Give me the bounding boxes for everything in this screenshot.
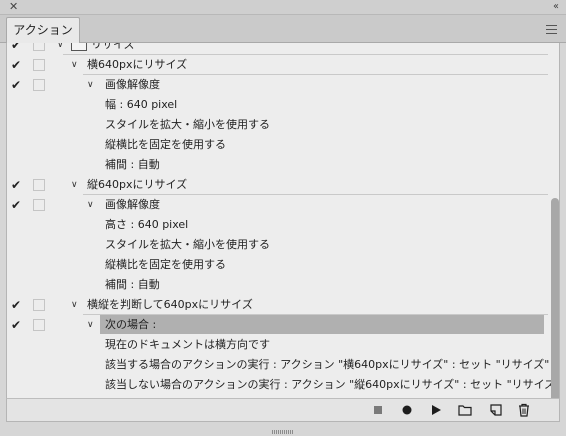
include-check-icon[interactable]: ✔ xyxy=(11,198,21,212)
disclosure-chevron-icon[interactable]: ∨ xyxy=(87,319,94,331)
disclosure-chevron-icon[interactable]: ∨ xyxy=(71,59,78,71)
record-icon[interactable] xyxy=(399,402,415,418)
row-label: 補間 : 自動 xyxy=(105,158,160,171)
detail-row[interactable]: 現在のドキュメントは横方向です xyxy=(7,335,548,355)
actions-list: ✔ ∨ リサイズ ✔ ∨ 横640pxにリサイズ ✔ ∨ 画像解像度幅 : 640 pixel ス… xyxy=(6,43,560,398)
detail-row[interactable]: 補間 : 自動 xyxy=(7,275,548,295)
dialog-toggle-box[interactable] xyxy=(33,179,45,191)
hamburger-menu-icon[interactable] xyxy=(546,25,557,34)
disclosure-chevron-icon[interactable]: ∨ xyxy=(57,43,64,51)
row-label: 縦640pxにリサイズ xyxy=(87,178,188,191)
include-check-icon[interactable]: ✔ xyxy=(11,78,21,92)
row-label: 画像解像度 xyxy=(105,78,160,91)
detail-row[interactable]: 縦横比を固定を使用する xyxy=(7,135,548,155)
row-label: リサイズ xyxy=(91,43,135,51)
dialog-toggle-box[interactable] xyxy=(33,43,45,51)
tab-bar: アクション xyxy=(0,15,566,44)
include-check-icon[interactable]: ✔ xyxy=(11,58,21,72)
include-check-icon[interactable]: ✔ xyxy=(11,43,21,52)
actions-toolbar xyxy=(6,398,560,422)
trash-icon[interactable] xyxy=(516,402,532,418)
play-icon[interactable] xyxy=(428,402,444,418)
include-check-icon[interactable]: ✔ xyxy=(11,318,21,332)
include-check-icon[interactable]: ✔ xyxy=(11,178,21,192)
row-label: 画像解像度 xyxy=(105,198,160,211)
selection-highlight xyxy=(100,315,544,334)
row-label: 補間 : 自動 xyxy=(105,278,160,291)
dialog-toggle-box[interactable] xyxy=(33,199,45,211)
command-row[interactable]: ✔ ∨ 次の場合 : xyxy=(7,315,548,335)
action-row[interactable]: ✔ ∨ 横640pxにリサイズ xyxy=(7,55,548,75)
detail-row[interactable]: スタイルを拡大・縮小を使用する xyxy=(7,115,548,135)
row-label: 次の場合 : xyxy=(105,318,157,331)
detail-row[interactable]: 縦横比を固定を使用する xyxy=(7,255,548,275)
disclosure-chevron-icon[interactable]: ∨ xyxy=(87,199,94,211)
disclosure-chevron-icon[interactable]: ∨ xyxy=(71,299,78,311)
row-label: 縦横比を固定を使用する xyxy=(105,258,226,271)
row-label: 幅 : 640 pixel xyxy=(105,98,178,111)
row-label: 縦横比を固定を使用する xyxy=(105,138,226,151)
disclosure-chevron-icon[interactable]: ∨ xyxy=(71,179,78,191)
collapse-panel-icon[interactable]: ‹‹ xyxy=(553,1,559,13)
action-row[interactable]: ✔ ∨ 縦640pxにリサイズ xyxy=(7,175,548,195)
row-label: 横縦を判断して640pxにリサイズ xyxy=(87,298,253,311)
dialog-toggle-box[interactable] xyxy=(33,59,45,71)
row-label: 高さ : 640 pixel xyxy=(105,218,189,231)
tab-actions[interactable]: アクション xyxy=(6,17,80,44)
detail-row[interactable]: 該当する場合のアクションの実行 : アクション "横640pxにリサイズ" : … xyxy=(7,355,550,375)
vertical-scrollbar[interactable] xyxy=(551,198,559,398)
action-row[interactable]: ✔ ∨ 横縦を判断して640pxにリサイズ xyxy=(7,295,548,315)
row-label: 該当する場合のアクションの実行 : アクション "横640pxにリサイズ" : … xyxy=(105,358,550,371)
disclosure-chevron-icon[interactable]: ∨ xyxy=(87,79,94,91)
detail-row[interactable]: 該当しない場合のアクションの実行 : アクション "縦640pxにリサイズ" :… xyxy=(7,375,559,395)
detail-row[interactable]: 幅 : 640 pixel xyxy=(7,95,548,115)
folder-icon xyxy=(71,43,87,51)
resize-grip[interactable] xyxy=(272,424,294,434)
close-panel-icon[interactable]: ✕ xyxy=(9,1,18,13)
detail-row[interactable]: スタイルを拡大・縮小を使用する xyxy=(7,235,548,255)
row-label: 該当しない場合のアクションの実行 : アクション "縦640pxにリサイズ" :… xyxy=(105,378,560,391)
row-label: 横640pxにリサイズ xyxy=(87,58,188,71)
include-check-icon[interactable]: ✔ xyxy=(11,298,21,312)
new-set-icon[interactable] xyxy=(457,402,473,418)
row-label: スタイルを拡大・縮小を使用する xyxy=(105,118,270,131)
stop-icon[interactable] xyxy=(370,402,386,418)
row-label: スタイルを拡大・縮小を使用する xyxy=(105,238,270,251)
detail-row[interactable]: 高さ : 640 pixel xyxy=(7,215,548,235)
dialog-toggle-box[interactable] xyxy=(33,79,45,91)
dialog-toggle-box[interactable] xyxy=(33,319,45,331)
command-row[interactable]: ✔ ∨ 画像解像度 xyxy=(7,75,548,95)
command-row[interactable]: ✔ ∨ 画像解像度 xyxy=(7,195,548,215)
row-label: 現在のドキュメントは横方向です xyxy=(105,338,270,351)
dialog-toggle-box[interactable] xyxy=(33,299,45,311)
panel-title-strip: ✕ ‹‹ xyxy=(0,0,566,15)
new-action-icon[interactable] xyxy=(488,402,504,418)
detail-row[interactable]: 補間 : 自動 xyxy=(7,155,548,175)
